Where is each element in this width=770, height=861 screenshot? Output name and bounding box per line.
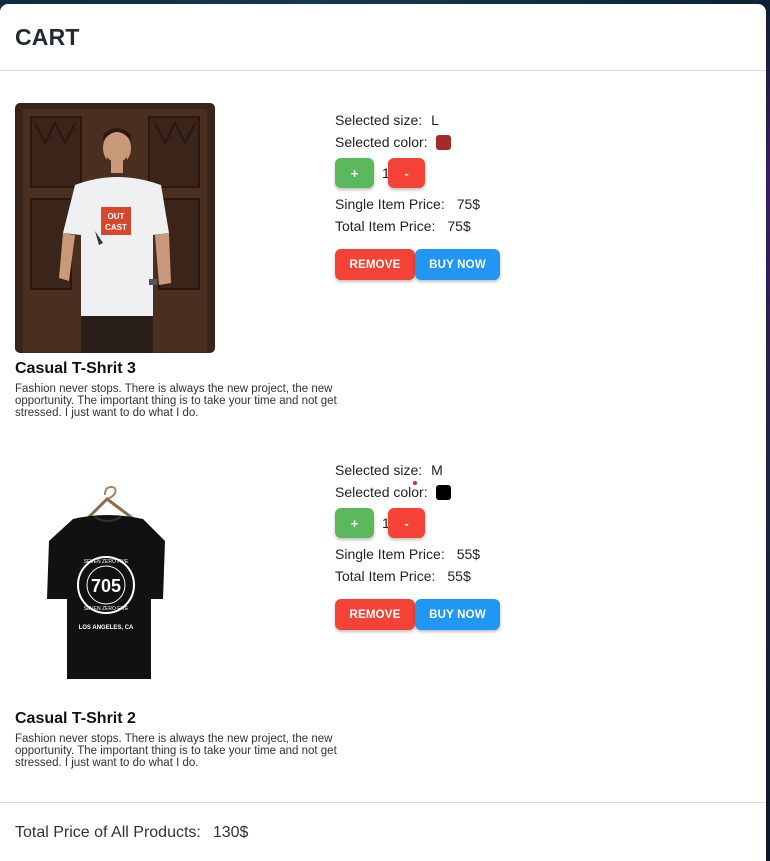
single-price-value: 75$ xyxy=(456,196,481,212)
black-tshirt-on-hanger-icon: 705 SEVEN ZERO FIVE SEVEN ZERO FIVE LOS … xyxy=(15,453,215,703)
product-description: Fashion never stops. There is always the… xyxy=(15,383,337,419)
item-actions: REMOVE BUY NOW xyxy=(335,599,635,630)
cart-title: CART xyxy=(15,23,80,50)
item-actions: REMOVE BUY NOW xyxy=(335,249,635,280)
item-details: Selected size: L Selected color: + 1 - S… xyxy=(335,109,635,280)
single-price-row: Single Item Price: 55$ xyxy=(335,543,635,565)
selected-color-row: Selected color: xyxy=(335,131,635,153)
buy-now-button[interactable]: BUY NOW xyxy=(415,599,500,630)
selected-size-value: L xyxy=(431,112,439,128)
selected-size-label: Selected size: xyxy=(335,462,423,478)
product-image: OUT CAST xyxy=(15,103,215,353)
cart-header: CART xyxy=(0,4,766,71)
color-swatch xyxy=(435,484,451,500)
decrease-quantity-button[interactable]: - xyxy=(388,508,425,538)
svg-text:LOS ANGELES, CA: LOS ANGELES, CA xyxy=(79,625,134,631)
increase-quantity-button[interactable]: + xyxy=(335,158,374,188)
single-price-row: Single Item Price: 75$ xyxy=(335,193,635,215)
increase-quantity-button[interactable]: + xyxy=(335,508,374,538)
remove-button[interactable]: REMOVE xyxy=(335,249,415,280)
product-name: Casual T-Shrit 3 xyxy=(15,360,136,377)
selected-color-label: Selected color: xyxy=(335,134,428,150)
cart-total-value: 130$ xyxy=(212,823,249,841)
quantity-stepper: + 1 - xyxy=(335,503,635,543)
selected-size-row: Selected size: M xyxy=(335,459,635,481)
cursor-marker xyxy=(413,481,417,485)
decrease-quantity-button[interactable]: - xyxy=(388,158,425,188)
selected-color-label: Selected color: xyxy=(335,484,428,500)
svg-text:SEVEN ZERO FIVE: SEVEN ZERO FIVE xyxy=(84,559,129,565)
selected-size-label: Selected size: xyxy=(335,112,423,128)
total-price-value: 75$ xyxy=(447,218,471,234)
total-price-label: Total Item Price: xyxy=(335,568,436,584)
total-price-label: Total Item Price: xyxy=(335,218,436,234)
svg-text:SEVEN ZERO FIVE: SEVEN ZERO FIVE xyxy=(84,606,129,612)
selected-size-value: M xyxy=(431,462,443,478)
cart-total-label: Total Price of All Products: xyxy=(15,823,201,841)
svg-text:705: 705 xyxy=(91,576,121,596)
product-image: 705 SEVEN ZERO FIVE SEVEN ZERO FIVE LOS … xyxy=(15,453,215,703)
cart-total: Total Price of All Products: 130$ xyxy=(0,802,766,861)
selected-color-row: Selected color: xyxy=(335,481,635,503)
item-details: Selected size: M Selected color: + 1 - S… xyxy=(335,459,635,630)
selected-size-row: Selected size: L xyxy=(335,109,635,131)
product-description: Fashion never stops. There is always the… xyxy=(15,733,337,769)
svg-text:OUT: OUT xyxy=(108,212,125,221)
quantity-stepper: + 1 - xyxy=(335,153,635,193)
cart-modal: CART OUT CAST Casual T-Shrit 3 Fashion n… xyxy=(0,4,766,861)
cart-item: OUT CAST Casual T-Shrit 3 Fashion never … xyxy=(15,103,755,433)
single-price-value: 55$ xyxy=(456,546,481,562)
svg-text:CAST: CAST xyxy=(105,223,127,232)
total-price-row: Total Item Price: 55$ xyxy=(335,565,635,587)
total-price-row: Total Item Price: 75$ xyxy=(335,215,635,237)
remove-button[interactable]: REMOVE xyxy=(335,599,415,630)
man-white-tshirt-photo-icon: OUT CAST xyxy=(15,103,215,353)
product-name: Casual T-Shrit 2 xyxy=(15,710,136,727)
single-price-label: Single Item Price: xyxy=(335,196,445,212)
total-price-value: 55$ xyxy=(447,568,471,584)
buy-now-button[interactable]: BUY NOW xyxy=(415,249,500,280)
cart-item: 705 SEVEN ZERO FIVE SEVEN ZERO FIVE LOS … xyxy=(15,453,755,783)
single-price-label: Single Item Price: xyxy=(335,546,445,562)
color-swatch xyxy=(435,134,451,150)
